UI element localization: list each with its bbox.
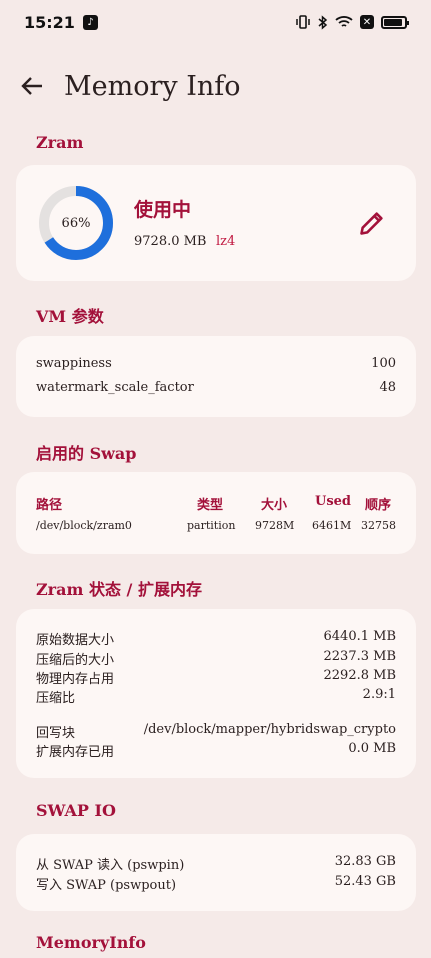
stat-value: 0.0 MB [348,741,396,756]
stat-key: 压缩比 [36,691,76,706]
swap-header-size: 大小 [261,498,288,513]
swap-cell-used: 6461M [312,519,352,532]
stat-value: 2.9:1 [362,687,396,702]
stat-key: 回写块 [36,726,76,741]
usage-percent: 66% [61,215,91,231]
bluetooth-icon [318,14,328,30]
arrow-left-icon [21,77,42,95]
zram-algorithm: lz4 [216,234,236,249]
tiktok-icon: ♪ [82,14,98,30]
vm-row: watermark_scale_factor 48 [36,380,396,395]
section-title-zram-status: Zram 状态 / 扩展内存 [36,580,202,599]
vm-row: swappiness 100 [36,356,396,371]
battery-icon [381,15,409,29]
swap-cell-type: partition [187,519,236,532]
swap-cell-path: /dev/block/zram0 [36,519,132,532]
pencil-icon [360,212,383,235]
stat-row: 原始数据大小 6440.1 MB [36,629,396,648]
vm-value: 48 [379,380,396,395]
swap-cell-priority: 32758 [361,519,396,532]
app-bar: Memory Info [0,62,431,110]
io-value: 32.83 GB [334,854,396,869]
swap-header-priority: 顺序 [365,498,392,513]
vm-value: 100 [371,356,396,371]
no-sim-icon: ✕ [360,15,374,29]
section-title-memory-info: MemoryInfo [36,933,146,952]
stat-key: 扩展内存已用 [36,745,115,760]
swaps-card: 路径 类型 大小 Used 顺序 /dev/block/zram0 partit… [16,472,416,554]
section-title-swap-io: SWAP IO [36,801,116,820]
zram-size: 9728.0 MB [134,234,207,249]
edit-button[interactable] [358,209,386,237]
status-icons: ✕ [295,14,409,30]
swap-header-used: Used [315,494,352,509]
page-title: Memory Info [64,70,241,102]
stat-row: 扩展内存已用 0.0 MB [36,741,396,760]
stat-row: 物理内存占用 2292.8 MB [36,668,396,687]
stat-value: 2237.3 MB [323,649,396,664]
stat-row: 压缩比 2.9:1 [36,687,396,706]
io-row: 从 SWAP 读入 (pswpin) 32.83 GB [36,854,396,873]
swap-io-card: 从 SWAP 读入 (pswpin) 32.83 GB 写入 SWAP (psw… [16,834,416,911]
status-left: 15:21 ♪ [24,13,98,32]
stat-row: 回写块 /dev/block/mapper/hybridswap_crypto [36,722,396,741]
io-key: 写入 SWAP (pswpout) [36,878,177,893]
io-row: 写入 SWAP (pswpout) 52.43 GB [36,874,396,893]
zram-card: 66% 使用中 9728.0 MB lz4 [16,165,416,281]
swap-header-type: 类型 [197,498,224,513]
stat-key: 物理内存占用 [36,672,115,687]
swap-cell-size: 9728M [255,519,295,532]
vibrate-icon [296,15,310,29]
wifi-icon [335,16,353,27]
vm-key: swappiness [36,356,112,371]
stat-value: 6440.1 MB [323,629,396,644]
section-title-vm: VM 参数 [36,307,104,326]
stat-key: 压缩后的大小 [36,653,115,668]
stat-row: 压缩后的大小 2237.3 MB [36,649,396,668]
section-title-zram: Zram [36,133,84,152]
io-key: 从 SWAP 读入 (pswpin) [36,858,185,873]
swap-header-path: 路径 [36,498,63,513]
battery-fill [384,18,402,26]
stat-value: /dev/block/mapper/hybridswap_crypto [143,722,396,737]
zram-status-card: 原始数据大小 6440.1 MB 压缩后的大小 2237.3 MB 物理内存占用… [16,609,416,778]
stat-key: 原始数据大小 [36,633,115,648]
vm-key: watermark_scale_factor [36,380,194,395]
io-value: 52.43 GB [334,874,396,889]
status-bar: 15:21 ♪ ✕ [0,0,431,44]
back-button[interactable] [8,62,56,110]
vm-card: swappiness 100 watermark_scale_factor 48 [16,336,416,417]
stat-value: 2292.8 MB [323,668,396,683]
zram-status: 使用中 [134,199,192,221]
status-time: 15:21 [24,12,75,32]
section-title-swaps: 启用的 Swap [36,444,137,463]
